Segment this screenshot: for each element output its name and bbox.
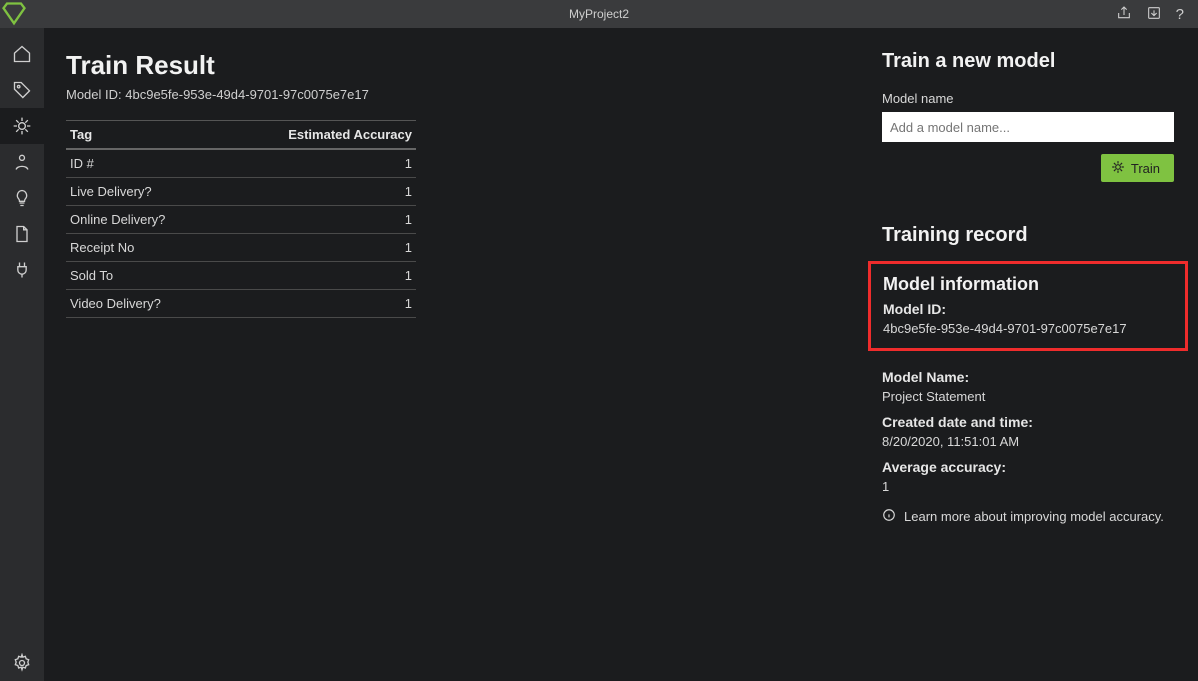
created-label: Created date and time: bbox=[882, 414, 1174, 430]
titlebar: MyProject2 ? bbox=[0, 0, 1198, 28]
sidebar-item-person[interactable] bbox=[0, 144, 44, 180]
gear-icon bbox=[1111, 160, 1125, 177]
avg-acc-value: 1 bbox=[882, 479, 1174, 494]
right-panel: Train a new model Model name Train Train… bbox=[858, 28, 1198, 681]
sidebar-item-settings[interactable] bbox=[0, 645, 44, 681]
table-row: Online Delivery?1 bbox=[66, 206, 416, 234]
table-row: ID #1 bbox=[66, 149, 416, 178]
help-icon[interactable]: ? bbox=[1176, 6, 1184, 23]
sidebar-item-file[interactable] bbox=[0, 216, 44, 252]
training-record-heading: Training record bbox=[882, 224, 1174, 247]
learn-more-link[interactable]: Learn more about improving model accurac… bbox=[882, 508, 1174, 525]
model-id-label: Model ID: bbox=[883, 301, 1173, 317]
model-id-full: 4bc9e5fe-953e-49d4-9701-97c0075e7e17 bbox=[883, 321, 1173, 336]
model-id-value: 4bc9e5fe-953e-49d4-9701-97c0075e7e17 bbox=[125, 87, 369, 102]
table-row: Video Delivery?1 bbox=[66, 290, 416, 318]
titlebar-right: ? bbox=[1116, 5, 1198, 24]
table-row: Receipt No1 bbox=[66, 234, 416, 262]
app-root: MyProject2 ? Train Result Model ID: 4bc9… bbox=[0, 0, 1198, 681]
main: Train Result Model ID: 4bc9e5fe-953e-49d… bbox=[44, 28, 1198, 681]
content: Train Result Model ID: 4bc9e5fe-953e-49d… bbox=[44, 28, 858, 681]
model-information-box: Model information Model ID: 4bc9e5fe-953… bbox=[868, 261, 1188, 351]
avg-acc-label: Average accuracy: bbox=[882, 459, 1174, 475]
model-name-label: Model name bbox=[882, 91, 1174, 106]
panel-heading: Train a new model bbox=[882, 50, 1174, 73]
model-name-kv-label: Model Name: bbox=[882, 369, 1174, 385]
model-name-input[interactable] bbox=[882, 112, 1174, 142]
created-value: 8/20/2020, 11:51:01 AM bbox=[882, 434, 1174, 449]
model-name-kv-value: Project Statement bbox=[882, 389, 1174, 404]
sidebar bbox=[0, 28, 44, 681]
sidebar-item-train[interactable] bbox=[0, 108, 44, 144]
app-logo-icon bbox=[0, 0, 28, 28]
page-title: Train Result bbox=[66, 50, 830, 81]
col-tag: Tag bbox=[66, 121, 220, 150]
save-icon[interactable] bbox=[1146, 5, 1162, 24]
table-row: Sold To1 bbox=[66, 262, 416, 290]
window-title: MyProject2 bbox=[569, 7, 629, 21]
table-row: Live Delivery?1 bbox=[66, 178, 416, 206]
learn-more-text: Learn more about improving model accurac… bbox=[904, 509, 1164, 524]
model-id-sub: Model ID: 4bc9e5fe-953e-49d4-9701-97c007… bbox=[66, 87, 830, 102]
train-button-label: Train bbox=[1131, 161, 1160, 176]
sidebar-item-lightbulb[interactable] bbox=[0, 180, 44, 216]
results-table: Tag Estimated Accuracy ID #1 Live Delive… bbox=[66, 120, 416, 318]
shell: Train Result Model ID: 4bc9e5fe-953e-49d… bbox=[0, 28, 1198, 681]
model-id-prefix: Model ID: bbox=[66, 87, 125, 102]
sidebar-item-tag[interactable] bbox=[0, 72, 44, 108]
train-row: Train bbox=[882, 154, 1174, 182]
info-icon bbox=[882, 508, 896, 525]
col-acc: Estimated Accuracy bbox=[220, 121, 416, 150]
model-info-heading: Model information bbox=[883, 274, 1173, 295]
share-icon[interactable] bbox=[1116, 5, 1132, 24]
sidebar-item-home[interactable] bbox=[0, 36, 44, 72]
sidebar-item-plug[interactable] bbox=[0, 252, 44, 288]
train-button[interactable]: Train bbox=[1101, 154, 1174, 182]
